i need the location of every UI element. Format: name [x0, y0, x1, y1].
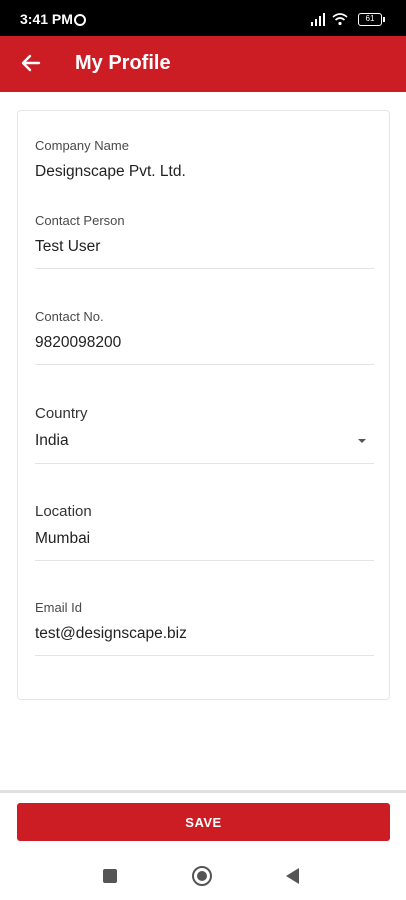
- system-back-icon[interactable]: [286, 868, 299, 884]
- bottom-divider: [0, 790, 406, 793]
- profile-form-card: Company Name Designscape Pvt. Ltd. Conta…: [17, 110, 390, 700]
- page-title: My Profile: [75, 52, 171, 74]
- country-select[interactable]: Country India: [35, 405, 374, 464]
- contact-no-value[interactable]: 9820098200: [35, 334, 374, 358]
- location-label: Location: [35, 503, 92, 520]
- location-value[interactable]: Mumbai: [35, 530, 374, 554]
- field-underline: [35, 463, 374, 464]
- email-value[interactable]: test@designscape.biz: [35, 625, 374, 649]
- country-value[interactable]: India: [35, 432, 374, 456]
- status-bar: 3:41 PM 61: [0, 0, 406, 36]
- save-button[interactable]: SAVE: [17, 803, 390, 841]
- contact-person-field[interactable]: Contact Person Test User: [35, 213, 374, 269]
- email-label: Email Id: [35, 600, 82, 615]
- contact-no-field[interactable]: Contact No. 9820098200: [35, 309, 374, 365]
- cellular-signal-icon: [311, 13, 325, 26]
- status-time: 3:41 PM: [20, 11, 73, 27]
- field-underline: [35, 364, 374, 365]
- company-name-label: Company Name: [35, 138, 129, 153]
- battery-icon: 61: [358, 13, 385, 26]
- company-name-field[interactable]: Company Name Designscape Pvt. Ltd.: [35, 138, 374, 187]
- email-field[interactable]: Email Id test@designscape.biz: [35, 600, 374, 656]
- system-navigation-bar: [0, 850, 406, 900]
- wifi-icon: [332, 13, 348, 26]
- home-icon[interactable]: [192, 866, 212, 886]
- alarm-clock-icon: [74, 14, 86, 26]
- field-underline: [35, 655, 374, 656]
- recent-apps-icon[interactable]: [103, 869, 117, 883]
- location-field[interactable]: Location Mumbai: [35, 503, 374, 561]
- dropdown-arrow-icon[interactable]: [358, 439, 366, 443]
- contact-no-label: Contact No.: [35, 309, 104, 324]
- company-name-value[interactable]: Designscape Pvt. Ltd.: [35, 163, 374, 187]
- contact-person-value[interactable]: Test User: [35, 238, 374, 262]
- field-underline: [35, 560, 374, 561]
- country-label: Country: [35, 405, 88, 422]
- back-arrow-icon[interactable]: [20, 52, 42, 74]
- contact-person-label: Contact Person: [35, 213, 125, 228]
- app-bar: My Profile: [0, 36, 406, 92]
- field-underline: [35, 268, 374, 269]
